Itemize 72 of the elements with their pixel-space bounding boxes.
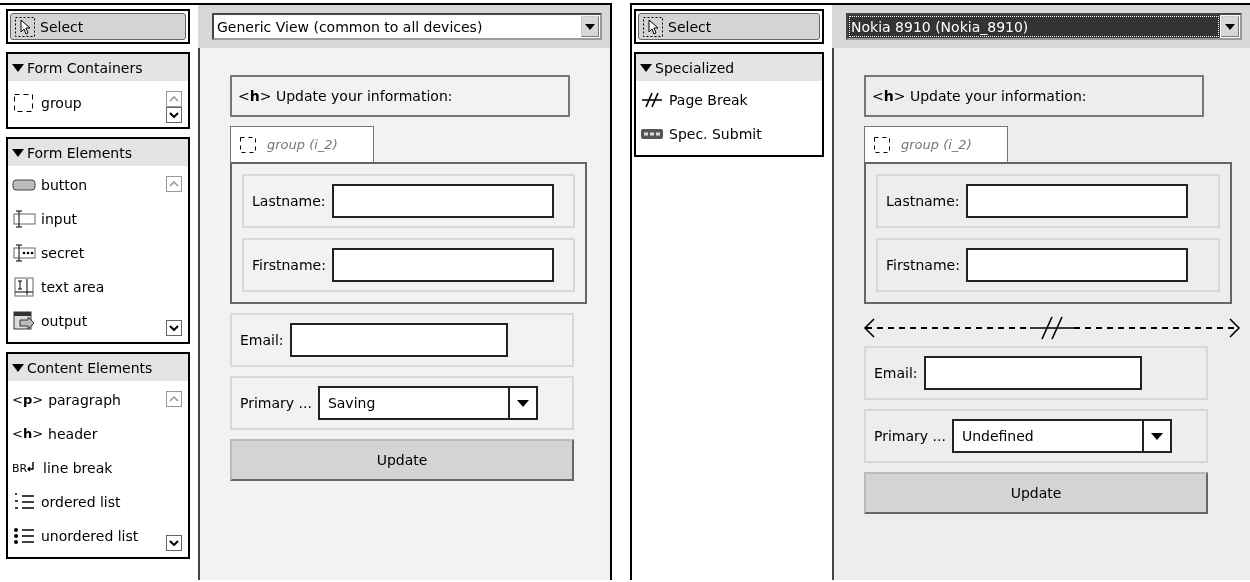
group-tab[interactable]: group (i_2): [864, 126, 1008, 162]
select-tool-button[interactable]: Select: [10, 13, 186, 40]
text-area-icon: [12, 277, 36, 297]
palette-item[interactable]: BR line break: [8, 451, 188, 485]
input-field[interactable]: [923, 356, 1142, 390]
numbered-list-icon: [12, 492, 36, 512]
input-field[interactable]: [331, 184, 554, 218]
caret-down-icon: [585, 23, 595, 30]
palette-item[interactable]: Spec. Submit: [636, 117, 822, 151]
section-header[interactable]: Content Elements: [8, 354, 188, 381]
caret-down-icon: [169, 540, 179, 546]
group-tab[interactable]: group (i_2): [230, 126, 374, 162]
section-header[interactable]: Specialized: [636, 54, 822, 81]
device-dropdown[interactable]: Generic View (common to all devices): [212, 13, 602, 40]
field-label: Email:: [240, 332, 284, 348]
tag-icon: <h>: [12, 425, 44, 443]
dashed-square-icon: [239, 135, 257, 154]
bullet-list-icon: [12, 526, 36, 546]
field-label: Firstname:: [252, 257, 326, 273]
select-tool-button[interactable]: Select: [638, 13, 820, 40]
selection-cursor-icon: [642, 15, 664, 38]
caret-down-icon: [1225, 23, 1235, 30]
caret-down-icon: [169, 112, 179, 118]
input-field[interactable]: [965, 248, 1188, 282]
section-header[interactable]: Form Containers: [8, 54, 188, 81]
field-label: Email:: [874, 365, 918, 381]
field-label: Primary ...: [874, 428, 946, 444]
field-label: Lastname:: [886, 193, 960, 209]
field-label: Firstname:: [886, 257, 960, 273]
palette-item[interactable]: Page Break: [636, 83, 822, 117]
update-button[interactable]: Update: [230, 439, 574, 481]
section-header[interactable]: Form Elements: [8, 139, 188, 166]
selection-cursor-icon: [14, 15, 36, 38]
palette-item[interactable]: <h> header: [8, 417, 188, 451]
update-button[interactable]: Update: [864, 472, 1208, 514]
caret-up-icon: [169, 96, 179, 102]
palette-item[interactable]: secret: [8, 236, 188, 270]
text-input-icon: [12, 209, 36, 229]
palette-item[interactable]: <p> paragraph: [8, 383, 188, 417]
input-field[interactable]: [965, 184, 1188, 218]
tag-icon: <p>: [12, 391, 44, 409]
scroll-down-button[interactable]: [166, 535, 182, 551]
scroll-down-button[interactable]: [166, 320, 182, 336]
field-label: Primary ...: [240, 395, 312, 411]
scroll-down-button[interactable]: [166, 107, 182, 123]
palette-item[interactable]: group: [8, 83, 188, 123]
field-label: Lastname:: [252, 193, 326, 209]
password-input-icon: [12, 243, 36, 263]
caret-down-icon: [169, 325, 179, 331]
palette-item[interactable]: ordered list: [8, 485, 188, 519]
palette-item[interactable]: unordered list: [8, 519, 188, 553]
caret-up-icon: [169, 181, 179, 187]
palette-item[interactable]: input: [8, 202, 188, 236]
header-element[interactable]: <h> Update your information:: [864, 75, 1204, 117]
palette-item[interactable]: text area: [8, 270, 188, 304]
caret-up-icon: [169, 396, 179, 402]
dashed-square-icon: [12, 93, 36, 113]
caret-down-icon: [1150, 432, 1163, 440]
scroll-up-button[interactable]: [166, 391, 182, 407]
palette-item[interactable]: output: [8, 304, 188, 338]
output-icon: [12, 311, 36, 331]
select-field[interactable]: Undefined: [951, 419, 1172, 453]
scroll-up-button[interactable]: [166, 176, 182, 192]
select-field[interactable]: Saving: [317, 386, 538, 420]
caret-down-icon: [516, 399, 529, 407]
input-field[interactable]: [331, 248, 554, 282]
input-field[interactable]: [289, 323, 508, 357]
page-break-icon: [640, 90, 664, 110]
device-dropdown[interactable]: Nokia 8910 (Nokia_8910): [846, 13, 1242, 40]
palette-item[interactable]: button: [8, 168, 188, 202]
header-element[interactable]: <h> Update your information:: [230, 75, 570, 117]
dashed-square-icon: [873, 135, 891, 154]
